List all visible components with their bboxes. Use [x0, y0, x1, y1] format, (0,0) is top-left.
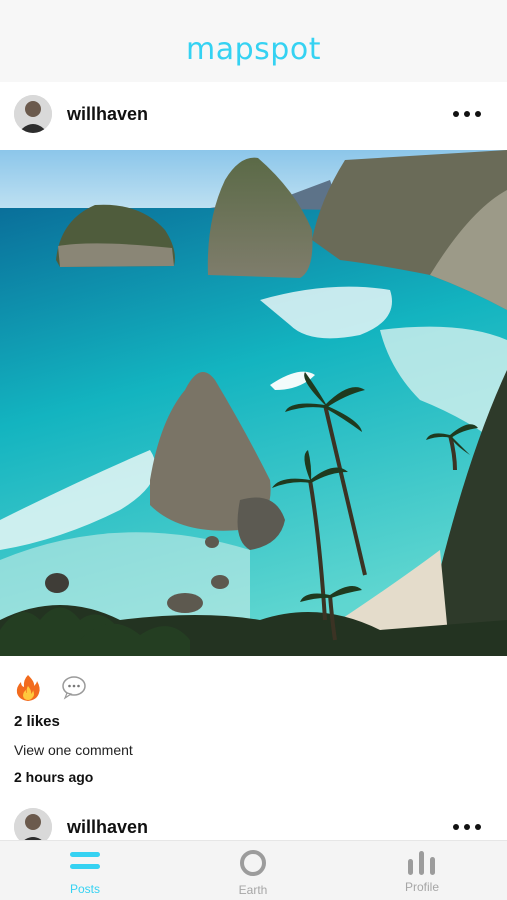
comment-icon[interactable] — [61, 676, 87, 705]
post-actions — [15, 674, 87, 707]
more-options-icon[interactable] — [453, 111, 481, 117]
tab-earth[interactable]: Earth — [198, 849, 308, 897]
view-comments-link[interactable]: View one comment — [14, 742, 133, 758]
post-timestamp: 2 hours ago — [14, 769, 94, 785]
tab-posts[interactable]: Posts — [30, 849, 140, 896]
app-title: mapspot — [186, 32, 321, 67]
post-photo[interactable] — [0, 150, 507, 656]
likes-count[interactable]: 2 likes — [14, 713, 60, 730]
bar-chart-icon — [406, 851, 438, 879]
more-options-icon[interactable] — [453, 824, 481, 830]
menu-icon — [69, 852, 101, 877]
post-username[interactable]: willhaven — [67, 817, 148, 838]
tab-posts-label: Posts — [69, 882, 100, 896]
post-header: willhaven — [0, 82, 507, 146]
fire-icon[interactable] — [15, 674, 41, 707]
tab-profile-label: Profile — [404, 880, 439, 894]
post-username[interactable]: willhaven — [67, 104, 148, 125]
avatar[interactable] — [14, 95, 52, 133]
tab-profile[interactable]: Profile — [367, 849, 477, 894]
tab-bar: Posts Earth Profile — [0, 840, 507, 900]
app-header: mapspot — [0, 0, 507, 82]
tab-earth-label: Earth — [238, 883, 268, 897]
globe-ring-icon — [239, 850, 267, 881]
